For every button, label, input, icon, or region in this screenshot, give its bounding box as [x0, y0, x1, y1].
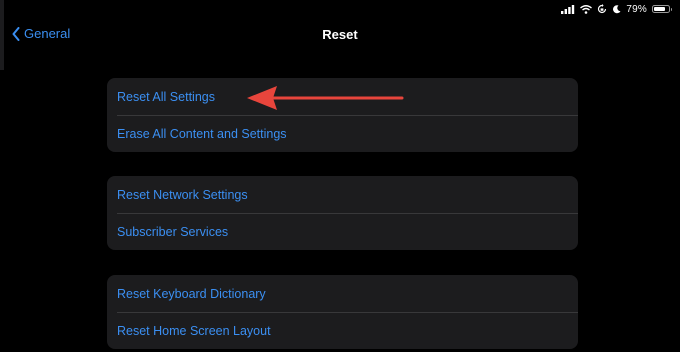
reset-keyboard-dictionary-row[interactable]: Reset Keyboard Dictionary [107, 275, 578, 312]
reset-settings-screen: 79% General Reset Reset All Settings Era… [0, 0, 680, 352]
row-label: Reset Network Settings [117, 187, 248, 202]
do-not-disturb-moon-icon [612, 4, 621, 14]
erase-all-content-row[interactable]: Erase All Content and Settings [107, 115, 578, 152]
subscriber-services-row[interactable]: Subscriber Services [107, 213, 578, 250]
battery-icon [652, 5, 672, 13]
row-label: Reset Keyboard Dictionary [117, 286, 266, 301]
battery-level-fill [654, 7, 666, 11]
battery-percentage: 79% [626, 3, 647, 15]
reset-group-2: Reset Network Settings Subscriber Servic… [107, 176, 578, 250]
annotation-arrow-icon [247, 86, 404, 110]
reset-group-3: Reset Keyboard Dictionary Reset Home Scr… [107, 275, 578, 349]
screen-orientation-lock-icon [597, 4, 607, 14]
cellular-signal-icon [561, 4, 575, 14]
reset-network-settings-row[interactable]: Reset Network Settings [107, 176, 578, 213]
page-title: Reset [322, 27, 358, 42]
row-label: Subscriber Services [117, 224, 229, 239]
reset-home-screen-layout-row[interactable]: Reset Home Screen Layout [107, 312, 578, 349]
row-label: Erase All Content and Settings [117, 126, 287, 141]
wifi-icon [580, 4, 593, 14]
status-bar: 79% [561, 3, 672, 15]
row-label: Reset All Settings [117, 89, 215, 104]
row-label: Reset Home Screen Layout [117, 323, 271, 338]
